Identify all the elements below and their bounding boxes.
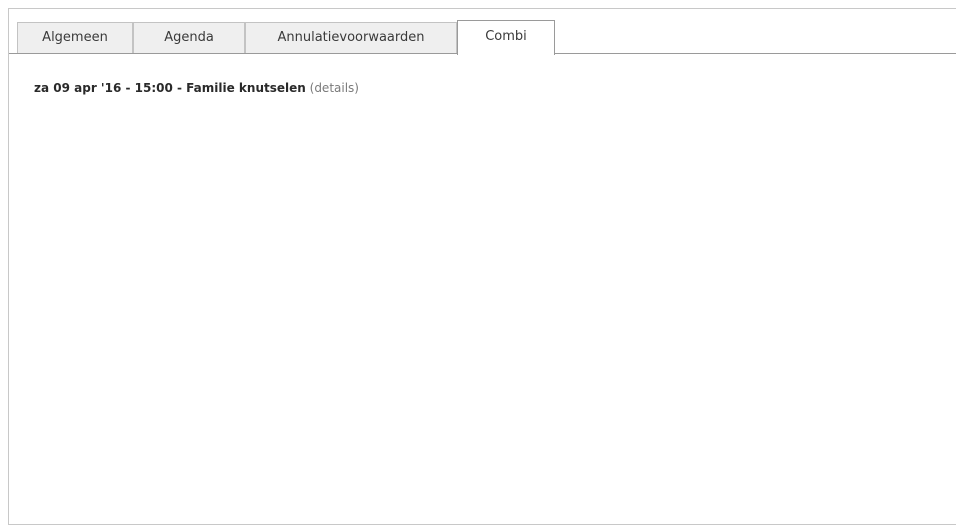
tab-panel: Algemeen Agenda Annulatievoorwaarden Com… xyxy=(8,8,956,525)
tab-combi[interactable]: Combi xyxy=(457,20,555,55)
tab-annulatievoorwaarden[interactable]: Annulatievoorwaarden xyxy=(245,22,457,53)
tab-algemeen-label: Algemeen xyxy=(42,30,108,45)
tab-algemeen[interactable]: Algemeen xyxy=(17,22,133,53)
tab-agenda-label: Agenda xyxy=(164,30,214,45)
tab-annulatievoorwaarden-label: Annulatievoorwaarden xyxy=(277,30,425,45)
combi-content: za 09 apr '16 - 15:00 - Familie knutsele… xyxy=(34,81,359,95)
tab-bar: Algemeen Agenda Annulatievoorwaarden Com… xyxy=(9,9,956,55)
event-summary: za 09 apr '16 - 15:00 - Familie knutsele… xyxy=(34,81,306,95)
details-close-paren: ) xyxy=(354,81,359,95)
tab-combi-label: Combi xyxy=(485,29,527,44)
tab-agenda[interactable]: Agenda xyxy=(133,22,245,53)
details-link[interactable]: details xyxy=(314,81,354,95)
